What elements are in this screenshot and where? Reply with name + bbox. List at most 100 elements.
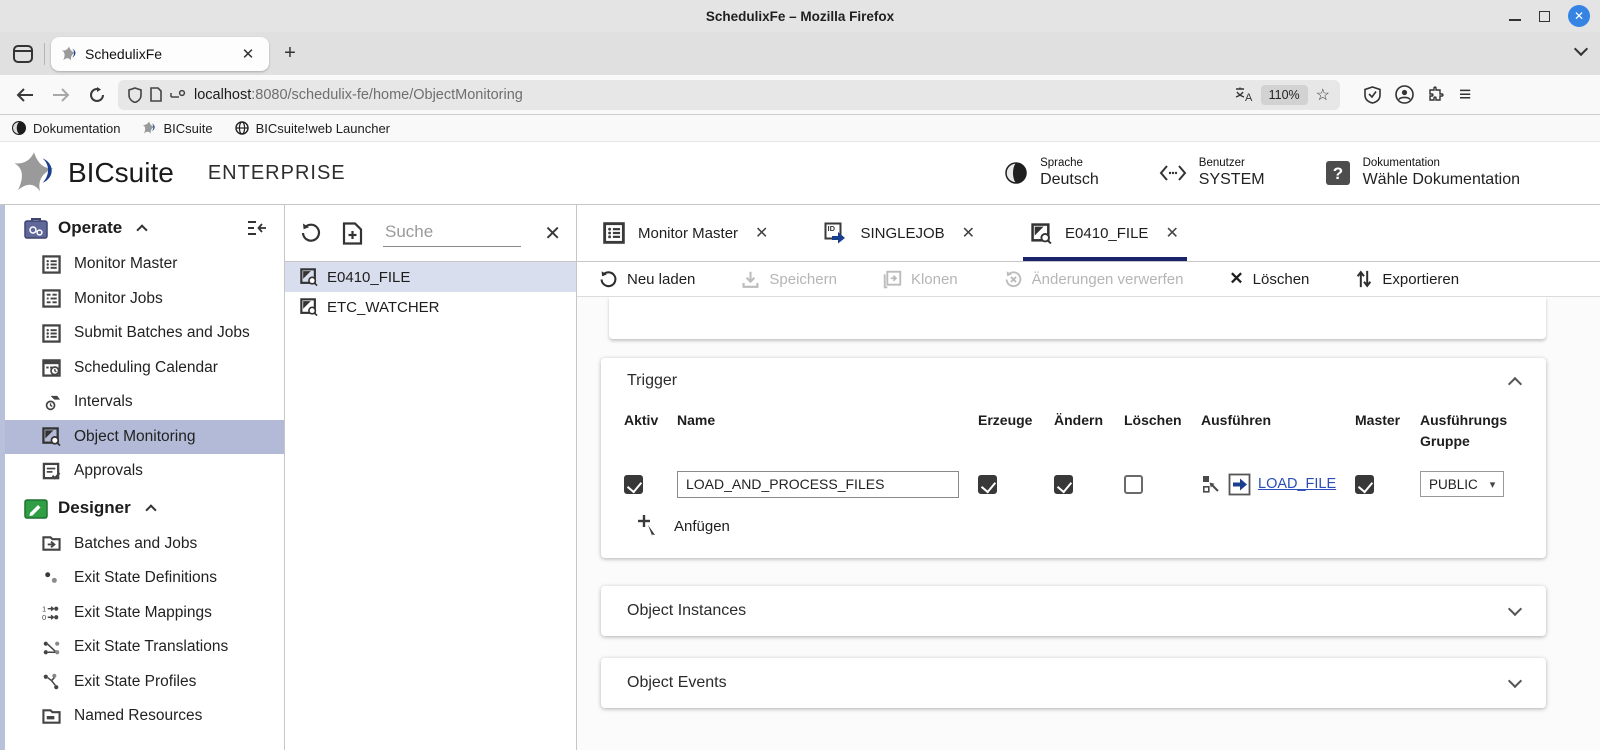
id-arrow-icon: ID <box>824 222 846 244</box>
sidebar-item-label: Named Resources <box>74 707 203 725</box>
aktiv-checkbox[interactable] <box>624 474 643 494</box>
sidebar-item-intervals[interactable]: Intervals <box>0 385 284 420</box>
sidebar-item-submit-batches-and-jobs[interactable]: Submit Batches and Jobs <box>0 316 284 351</box>
search-input[interactable] <box>383 219 521 247</box>
object-instances-section[interactable]: Object Instances <box>601 586 1546 636</box>
sidebar-item-batches-and-jobs[interactable]: Batches and Jobs <box>0 527 284 562</box>
sidebar-item-monitor-master[interactable]: Monitor Master <box>0 247 284 282</box>
sidebar-edge-strip <box>0 205 5 750</box>
shield-icon[interactable] <box>128 86 142 103</box>
sidebar-item-exit-state-definitions[interactable]: Exit State Definitions <box>0 561 284 596</box>
tab-monitor-master[interactable]: Monitor Master ✕ <box>589 205 782 261</box>
sidebar-item-exit-state-mappings[interactable]: 10 Exit State Mappings <box>0 596 284 631</box>
minimize-icon[interactable] <box>1509 19 1521 21</box>
list-item-etc-watcher[interactable]: ETC_WATCHER <box>285 292 576 322</box>
list-item-e0410-file[interactable]: E0410_FILE <box>285 262 576 292</box>
object-events-section[interactable]: Object Events <box>601 658 1546 708</box>
new-tab-icon[interactable]: + <box>279 42 301 65</box>
sidebar-item-exit-state-profiles[interactable]: Exit State Profiles <box>0 665 284 700</box>
clone-button[interactable]: Klonen <box>883 270 958 289</box>
page-info-icon[interactable] <box>150 87 162 102</box>
loeschen-checkbox[interactable] <box>1124 474 1143 494</box>
add-trigger-button[interactable]: Anfügen <box>601 504 1546 558</box>
sidebar-item-approvals[interactable]: Approvals <box>0 454 284 489</box>
shield-check-icon[interactable] <box>1364 85 1381 104</box>
save-icon <box>742 271 759 288</box>
sidebar-section-operate[interactable]: Operate <box>0 209 284 247</box>
column-header: Löschen <box>1124 412 1182 428</box>
forward-icon[interactable] <box>46 81 76 109</box>
close-tab-icon[interactable]: ✕ <box>755 223 768 243</box>
back-icon[interactable] <box>10 81 40 109</box>
folder-arrow-icon <box>42 536 61 551</box>
save-button[interactable]: Speichern <box>741 270 837 289</box>
new-object-icon[interactable] <box>342 221 363 245</box>
sidebar-item-scheduling-calendar[interactable]: Scheduling Calendar <box>0 351 284 386</box>
button-label: Exportieren <box>1382 270 1460 288</box>
column-header: Ändern <box>1054 412 1103 428</box>
extensions-icon[interactable] <box>1428 85 1445 104</box>
tab-e0410-file[interactable]: E0410_FILE ✕ <box>1017 205 1193 261</box>
language-label: Sprache <box>1040 157 1083 169</box>
sidebar-item-label: Exit State Mappings <box>74 603 212 621</box>
export-arrows-icon <box>1357 270 1372 288</box>
bookmark-dokumentation[interactable]: Dokumentation <box>12 121 120 136</box>
browser-navbar: localhost:8080/schedulix-fe/home/ObjectM… <box>0 75 1600 115</box>
documentation-selector[interactable]: ? Dokumentation Wähle Dokumentation <box>1325 157 1520 189</box>
discard-changes-button[interactable]: Änderungen verwerfen <box>1004 270 1183 289</box>
list-all-tabs-icon[interactable] <box>1573 41 1589 57</box>
close-tab-icon[interactable]: ✕ <box>962 223 975 243</box>
reload-icon[interactable] <box>82 81 112 109</box>
tab-label: E0410_FILE <box>1065 224 1149 242</box>
master-checkbox[interactable] <box>1355 474 1374 494</box>
sidebar-item-monitor-jobs[interactable]: Monitor Jobs <box>0 282 284 317</box>
sidebar-item-object-monitoring[interactable]: Object Monitoring <box>0 419 284 454</box>
menu-icon[interactable]: ≡ <box>1459 84 1471 105</box>
zoom-level-badge[interactable]: 110% <box>1260 84 1308 105</box>
column-header: Ausführungs Gruppe <box>1420 412 1508 449</box>
aendern-checkbox[interactable] <box>1054 474 1073 494</box>
object-list-panel: ✕ E0410_FILE ETC_WATCHER <box>285 205 577 750</box>
expand-section-icon[interactable] <box>1507 601 1523 617</box>
collapse-section-icon[interactable] <box>1507 376 1523 392</box>
language-selector[interactable]: Sprache Deutsch <box>1004 157 1099 189</box>
bookmark-bicsuite[interactable]: BICsuite <box>142 121 213 136</box>
reload-button[interactable]: Neu laden <box>599 270 695 289</box>
url-text[interactable]: localhost:8080/schedulix-fe/home/ObjectM… <box>194 87 1227 103</box>
clear-search-icon[interactable]: ✕ <box>544 221 561 246</box>
choose-object-icon[interactable] <box>1201 474 1221 494</box>
trigger-target-link[interactable]: LOAD_FILE <box>1258 476 1336 492</box>
connection-icon[interactable] <box>170 89 186 101</box>
group-dropdown[interactable]: PUBLIC ▾ <box>1420 471 1505 497</box>
bookmark-bicsuite-web-launcher[interactable]: BICsuite!web Launcher <box>234 121 390 136</box>
sidebar-section-designer[interactable]: Designer <box>0 489 284 527</box>
open-object-icon[interactable] <box>1228 473 1251 496</box>
user-selector[interactable]: Benutzer SYSTEM <box>1159 157 1265 189</box>
erzeuge-checkbox[interactable] <box>978 474 997 494</box>
close-window-icon[interactable]: ✕ <box>1568 5 1590 27</box>
sidebar-item-exit-state-translations[interactable]: Exit State Translations <box>0 630 284 665</box>
firefox-view-icon[interactable] <box>8 41 38 67</box>
list-icon <box>603 222 625 244</box>
tab-singlejob[interactable]: ID SINGLEJOB ✕ <box>810 205 989 261</box>
close-tab-icon[interactable]: ✕ <box>1165 223 1178 243</box>
browser-tab-schedulixfe[interactable]: SchedulixFe ✕ <box>51 36 269 71</box>
sidebar-item-named-resources[interactable]: Named Resources <box>0 699 284 734</box>
add-label: Anfügen <box>674 517 730 535</box>
account-icon[interactable] <box>1395 85 1414 104</box>
list-item-label: E0410_FILE <box>327 268 411 286</box>
trigger-table: Aktiv Name Erzeuge Ändern Löschen Ausfüh… <box>624 410 1536 504</box>
translate-icon[interactable]: A <box>1235 87 1253 103</box>
delete-button[interactable]: ✕ Löschen <box>1229 269 1309 289</box>
maximize-icon[interactable] <box>1539 10 1550 22</box>
expand-section-icon[interactable] <box>1507 673 1523 689</box>
trigger-name-input[interactable] <box>677 470 959 498</box>
trigger-header[interactable]: Trigger <box>601 372 1546 392</box>
refresh-icon[interactable] <box>300 222 322 244</box>
document-tabs: Monitor Master ✕ ID SINGLEJOB ✕ E0410_FI… <box>577 205 1600 262</box>
close-tab-icon[interactable]: ✕ <box>237 43 259 65</box>
url-bar[interactable]: localhost:8080/schedulix-fe/home/ObjectM… <box>118 79 1340 110</box>
bookmark-star-icon[interactable]: ☆ <box>1316 85 1330 105</box>
export-button[interactable]: Exportieren <box>1355 269 1459 289</box>
collapse-sidebar-icon[interactable] <box>244 218 268 238</box>
